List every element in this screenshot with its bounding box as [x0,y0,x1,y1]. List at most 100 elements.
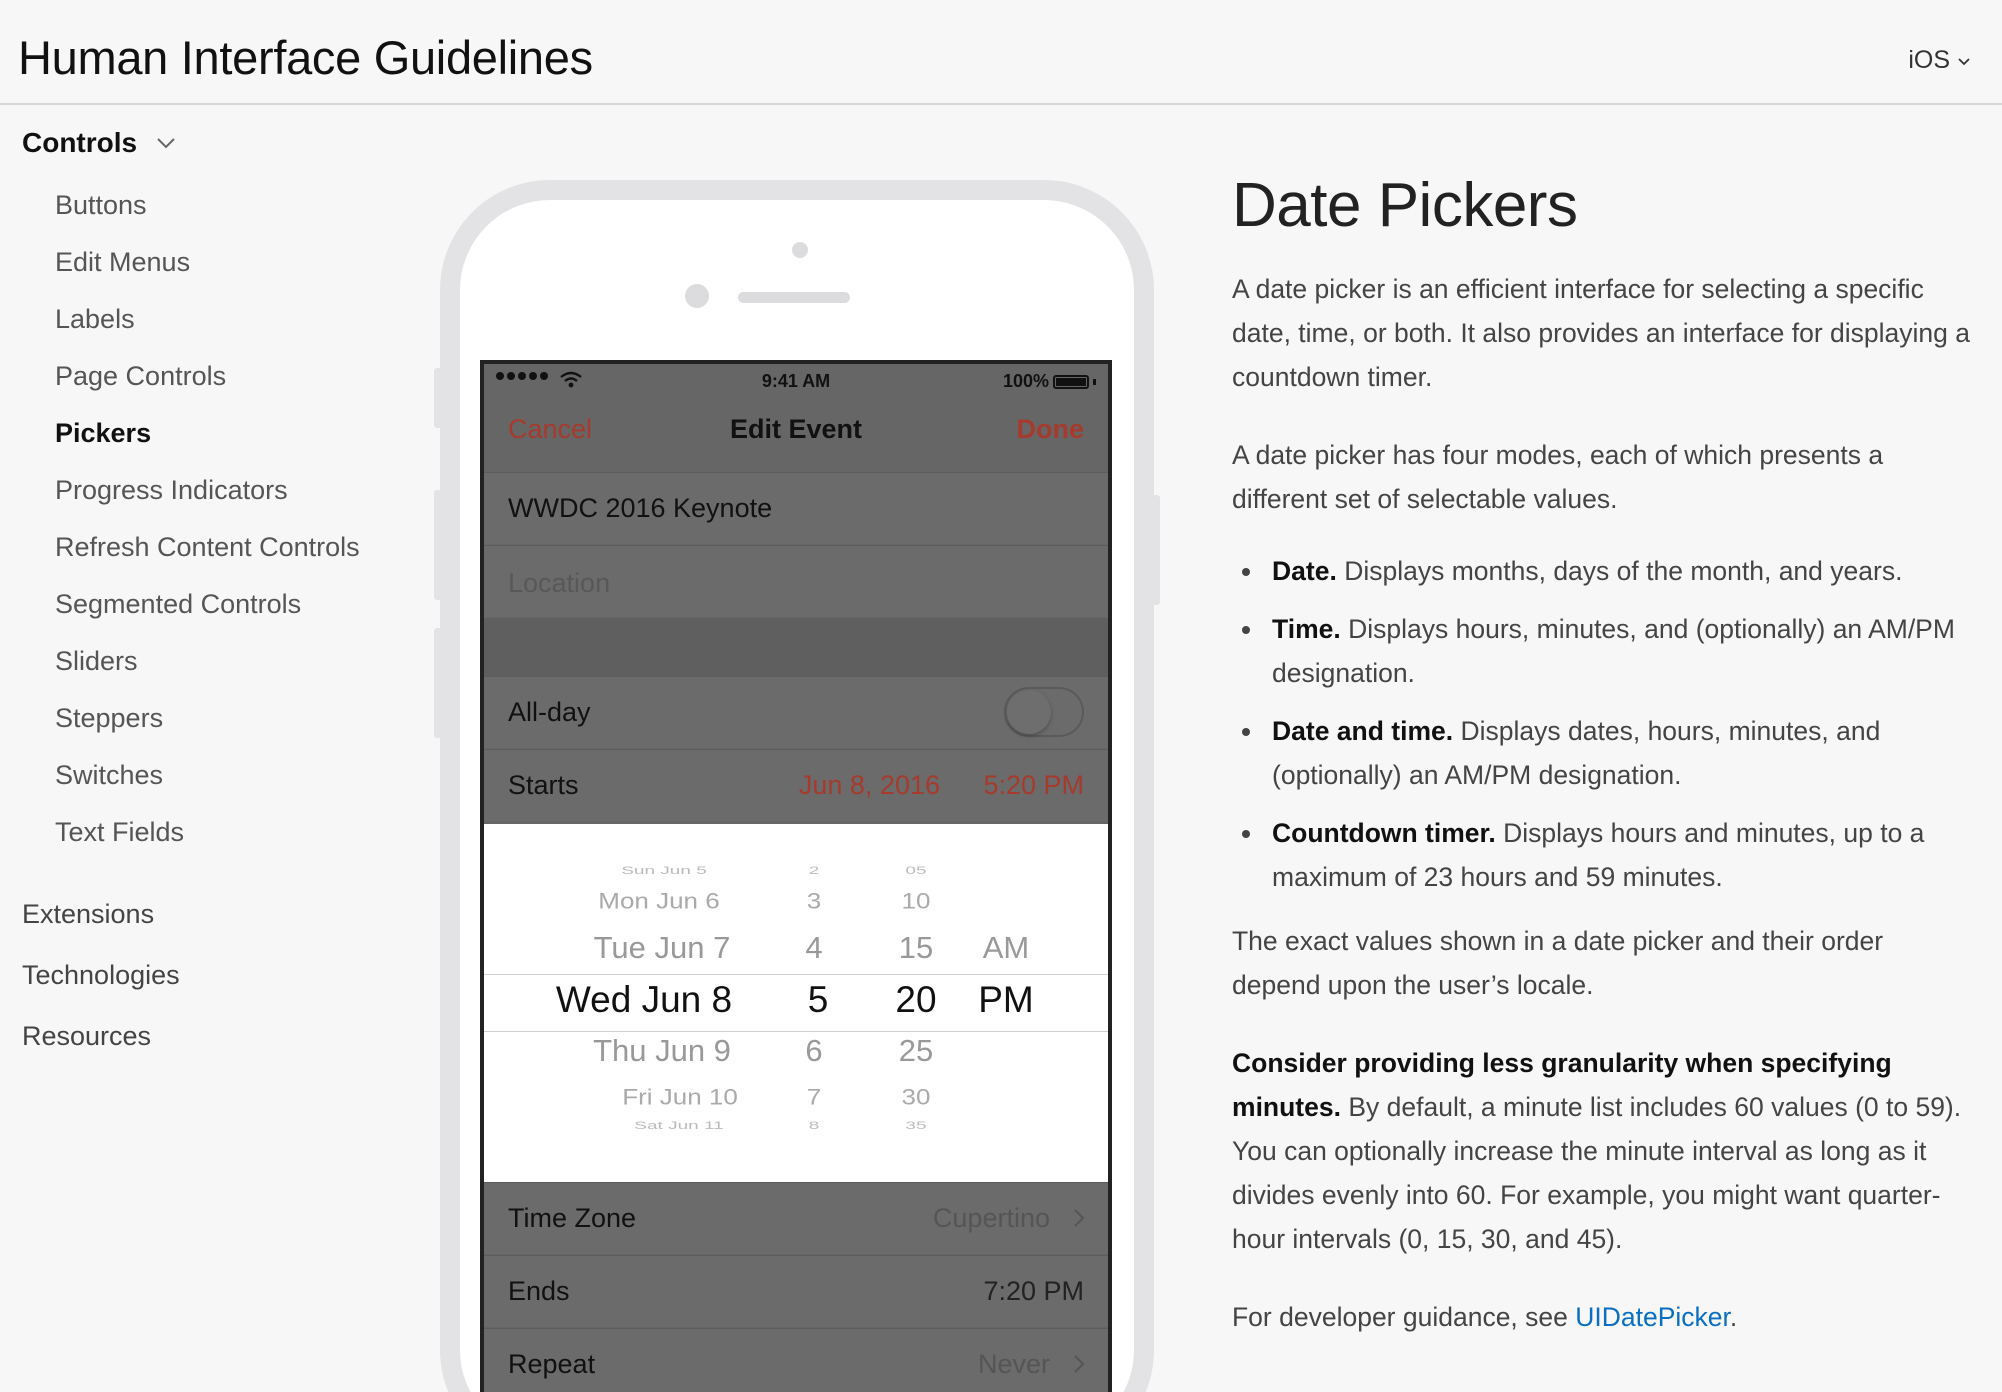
site-title[interactable]: Human Interface Guidelines [18,30,593,85]
battery-percent: 100% [1002,371,1049,391]
picker-value: 30 [901,1084,931,1110]
ends-row[interactable]: Ends 7:20 PM [484,1255,1108,1327]
allday-label: All-day [508,697,591,727]
picker-column-hour[interactable]: 2 3 4 5 6 7 8 [784,824,864,1182]
picker-selected-hour: 5 [807,979,829,1020]
timezone-label: Time Zone [508,1203,637,1233]
mode-name: Date. [1272,556,1337,586]
starts-label: Starts [508,770,579,800]
timezone-row[interactable]: Time Zone Cupertino [484,1182,1108,1254]
sidebar-item-switches[interactable]: Switches [55,760,163,791]
battery-icon [1053,374,1089,389]
developer-guidance: For developer guidance, see UIDatePicker… [1232,1295,1972,1339]
picker-value: 25 [898,1033,934,1068]
front-camera [792,242,808,258]
picker-value: 6 [805,1033,823,1068]
picker-column-minute[interactable]: 05 10 15 20 25 30 35 [864,824,964,1182]
picker-column-date[interactable]: Sun Jun 5 Mon Jun 6 Tue Jun 7 Wed Jun 8 … [484,824,784,1182]
sidebar-item-resources[interactable]: Resources [22,1021,151,1052]
chevron-down-icon [1958,57,1970,65]
mode-desc: Displays months, days of the month, and … [1344,556,1903,586]
ends-value: 7:20 PM [983,1276,1084,1306]
modes-list: Date. Displays months, days of the month… [1232,549,1972,899]
done-button[interactable]: Done [1017,414,1085,445]
date-picker-wheel[interactable]: Sun Jun 5 Mon Jun 6 Tue Jun 7 Wed Jun 8 … [484,824,1108,1182]
nav-title: Edit Event [729,414,863,444]
allday-switch[interactable] [1004,687,1084,737]
sidebar-nav: Controls Buttons Edit Menus Labels Page … [0,105,420,1392]
picker-value: Sun Jun 5 [621,864,707,877]
picker-value: 35 [905,1119,927,1132]
chevron-down-icon [157,138,175,149]
dev-suffix: . [1729,1302,1738,1332]
sidebar-item-sliders[interactable]: Sliders [55,646,138,677]
picker-value: 7 [806,1084,822,1110]
timezone-value: Cupertino [932,1203,1050,1233]
article-content: Date Pickers A date picker is an efficie… [1232,170,1972,1373]
sidebar-item-progress-indicators[interactable]: Progress Indicators [55,475,288,506]
mute-switch [434,368,442,428]
allday-row: All-day [484,676,1108,748]
sidebar-item-extensions[interactable]: Extensions [22,899,154,930]
repeat-row[interactable]: Repeat Never [484,1328,1108,1392]
phone-screen: 9:41 AM 100% Cancel Edit Event Done WWDC… [480,360,1112,1392]
location-field[interactable]: Location [484,545,1108,617]
list-item: Time. Displays hours, minutes, and (opti… [1232,607,1972,695]
sidebar-item-segmented-controls[interactable]: Segmented Controls [55,589,301,620]
locale-note: The exact values shown in a date picker … [1232,926,1884,1000]
sidebar-item-labels[interactable]: Labels [55,304,135,335]
sidebar-item-refresh-content-controls[interactable]: Refresh Content Controls [55,532,360,563]
granularity-paragraph: Consider providing less granularity when… [1232,1041,1972,1261]
picker-value: 10 [901,888,931,914]
earpiece-speaker [738,292,850,303]
picker-value: 4 [805,930,823,965]
modes-intro: A date picker has four modes, each of wh… [1232,440,1884,514]
picker-value: Mon Jun 6 [598,888,720,914]
picker-value: Thu Jun 9 [593,1033,731,1068]
chevron-right-icon [1074,1355,1085,1373]
status-bar: 9:41 AM 100% [484,364,1108,400]
chevron-right-icon [1074,1209,1085,1227]
platform-label: iOS [1908,46,1950,74]
platform-selector[interactable]: iOS [1908,46,1972,75]
sidebar-section-controls[interactable]: Controls [22,127,177,159]
repeat-label: Repeat [508,1349,596,1379]
sidebar-item-steppers[interactable]: Steppers [55,703,163,734]
ends-label: Ends [508,1276,570,1306]
picker-value: 8 [808,1119,820,1132]
starts-row[interactable]: Starts Jun 8, 2016 5:20 PM [484,749,1108,821]
top-header: Human Interface Guidelines iOS [0,0,2002,105]
picker-selected-date: Wed Jun 8 [555,979,733,1020]
sidebar-item-page-controls[interactable]: Page Controls [55,361,226,392]
picker-value: 2 [808,864,820,877]
battery-indicator: 100% [1003,371,1096,392]
picker-selected-ampm: PM [978,979,1034,1020]
location-placeholder: Location [508,568,611,598]
list-item: Date and time. Displays dates, hours, mi… [1232,709,1972,797]
sidebar-item-text-fields[interactable]: Text Fields [55,817,184,848]
picker-value: Sat Jun 11 [634,1119,724,1132]
sidebar-item-pickers[interactable]: Pickers [55,418,151,449]
uidatepicker-link[interactable]: UIDatePicker [1575,1302,1730,1332]
repeat-value: Never [977,1349,1050,1379]
dev-prefix: For developer guidance, see [1232,1302,1568,1332]
picker-column-ampm[interactable]: AM PM [964,824,1074,1182]
volume-up-button [434,490,442,600]
article-title: Date Pickers [1232,171,1578,240]
mode-name: Time. [1272,614,1341,644]
sidebar-item-edit-menus[interactable]: Edit Menus [55,247,190,278]
mode-name: Date and time. [1272,716,1454,746]
list-item: Date. Displays months, days of the month… [1232,549,1972,593]
starts-time: 5:20 PM [983,770,1084,800]
picker-value: Tue Jun 7 [593,930,731,965]
mode-desc: Displays hours, minutes, and (optionally… [1272,614,1955,688]
event-title-value: WWDC 2016 Keynote [508,493,773,523]
sidebar-item-buttons[interactable]: Buttons [55,190,147,221]
navigation-bar: Cancel Edit Event Done [484,400,1108,460]
picker-value: 15 [898,930,934,965]
sidebar-item-technologies[interactable]: Technologies [22,960,180,991]
event-title-field[interactable]: WWDC 2016 Keynote [484,472,1108,544]
list-item: Countdown timer. Displays hours and minu… [1232,811,1972,899]
picker-value: 3 [806,888,822,914]
picker-value: 05 [905,864,927,877]
